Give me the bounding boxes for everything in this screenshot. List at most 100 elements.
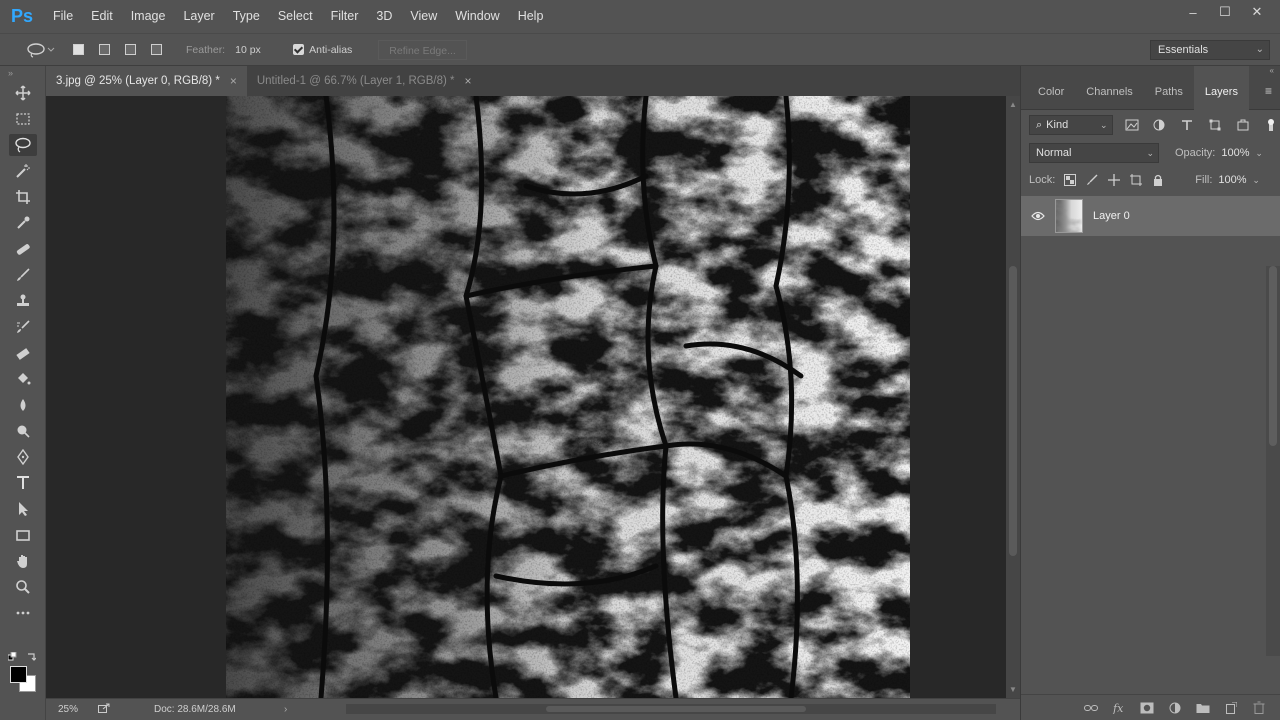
default-colors-icon[interactable] [8,652,18,662]
menu-image[interactable]: Image [122,0,175,33]
filter-toggle-icon[interactable] [1262,116,1280,134]
menu-type[interactable]: Type [224,0,269,33]
eraser-tool-icon [16,348,30,360]
eraser-tool[interactable] [0,340,46,366]
horizontal-scrollbar[interactable] [346,704,996,714]
tab-layers[interactable]: Layers [1193,65,1249,110]
blend-mode-select[interactable]: Normal ⌄ [1029,143,1159,163]
workspace-select[interactable]: Essentials ⌄ [1150,40,1270,60]
foreground-color-swatch[interactable] [10,666,27,683]
filter-type-icon[interactable] [1178,116,1196,134]
add-to-selection-button[interactable] [94,40,114,60]
lasso-tool[interactable] [0,132,46,158]
menu-window[interactable]: Window [446,0,508,33]
lock-position-icon[interactable] [1103,171,1125,189]
menu-help[interactable]: Help [509,0,553,33]
add-mask-icon[interactable] [1139,700,1155,716]
more-tools[interactable] [0,600,46,626]
lock-artboard-icon[interactable] [1125,171,1147,189]
menu-edit[interactable]: Edit [82,0,122,33]
scroll-up-icon[interactable]: ▲ [1009,100,1017,109]
tab-3jpg[interactable]: 3.jpg @ 25% (Layer 0, RGB/8) * × [46,66,247,96]
tab-channels[interactable]: Channels [1075,66,1143,110]
layer-style-fx-icon[interactable]: fx [1111,700,1127,716]
refine-edge-button[interactable]: Refine Edge... [378,39,467,60]
swap-colors-icon[interactable] [26,652,36,662]
chevron-down-icon[interactable]: ⌄ [1255,148,1263,159]
menu-filter[interactable]: Filter [322,0,368,33]
tool-preset-picker[interactable] [22,38,60,62]
filter-smart-object-icon[interactable] [1234,116,1252,134]
link-layers-icon[interactable] [1083,700,1099,716]
close-button[interactable]: ✕ [1246,1,1268,23]
menu-view[interactable]: View [401,0,446,33]
pen-tool[interactable] [0,444,46,470]
canvas-area[interactable] [46,96,1006,698]
feather-input[interactable]: 10 px [233,41,283,59]
eyedropper-tool[interactable] [0,210,46,236]
subtract-from-selection-button[interactable] [120,40,140,60]
minimize-button[interactable]: – [1182,1,1204,23]
tab-paths[interactable]: Paths [1144,66,1194,110]
lock-transparent-pixels-icon[interactable] [1059,171,1081,189]
zoom-level[interactable]: 25% [58,704,88,715]
brush-tool-icon [17,268,30,281]
document-canvas[interactable] [226,96,910,698]
brush-tool[interactable] [0,262,46,288]
move-tool[interactable] [0,80,46,106]
new-selection-button[interactable] [68,40,88,60]
healing-brush-tool[interactable] [0,236,46,262]
chevron-down-icon[interactable]: ⌄ [1252,175,1260,186]
hand-tool[interactable] [0,548,46,574]
layer-name[interactable]: Layer 0 [1093,210,1130,222]
marquee-tool[interactable] [0,106,46,132]
menu-3d[interactable]: 3D [367,0,401,33]
scrollbar-thumb[interactable] [546,706,806,712]
lock-all-icon[interactable] [1147,171,1169,189]
menu-select[interactable]: Select [269,0,322,33]
path-selection-tool[interactable] [0,496,46,522]
tab-color[interactable]: Color [1027,66,1075,110]
panel-grip[interactable]: » [0,66,45,80]
tab-untitled-1[interactable]: Untitled-1 @ 66.7% (Layer 1, RGB/8) * × [247,66,482,96]
new-group-folder-icon[interactable] [1195,700,1211,716]
close-icon[interactable]: × [465,74,472,88]
opacity-input[interactable]: 100% [1221,147,1251,159]
antialias-checkbox[interactable]: Anti-alias [293,44,352,56]
scrollbar-thumb[interactable] [1269,266,1277,446]
clone-stamp-tool[interactable] [0,288,46,314]
collapse-panels-icon[interactable]: « [1270,66,1274,75]
filter-pixel-icon[interactable] [1123,116,1141,134]
filter-kind-select[interactable]: ⌕ Kind ⌄ [1029,115,1113,135]
maximize-button[interactable]: ☐ [1214,1,1236,23]
visibility-eye-icon[interactable] [1021,211,1055,221]
delete-layer-trash-icon[interactable] [1251,700,1267,716]
paint-bucket-tool[interactable] [0,366,46,392]
vertical-scrollbar[interactable]: ▲ ▼ [1006,96,1020,698]
scrollbar-thumb[interactable] [1009,266,1017,556]
magic-wand-tool[interactable] [0,158,46,184]
zoom-tool[interactable] [0,574,46,600]
filter-shape-icon[interactable] [1206,116,1224,134]
filter-adjustment-icon[interactable] [1151,116,1169,134]
menu-layer[interactable]: Layer [174,0,223,33]
intersect-selection-button[interactable] [146,40,166,60]
history-brush-tool[interactable] [0,314,46,340]
fill-input[interactable]: 100% [1218,174,1248,186]
panel-menu-icon[interactable]: ≡ [1265,84,1272,98]
menu-file[interactable]: File [44,0,82,33]
share-icon[interactable] [98,703,114,716]
dodge-tool[interactable] [0,418,46,444]
adjustment-layer-icon[interactable] [1167,700,1183,716]
new-layer-icon[interactable] [1223,700,1239,716]
blur-tool[interactable] [0,392,46,418]
chevron-right-icon[interactable]: › [284,704,287,715]
scroll-down-icon[interactable]: ▼ [1009,685,1017,694]
lock-image-pixels-icon[interactable] [1081,171,1103,189]
panel-scrollbar[interactable] [1266,266,1280,656]
type-tool[interactable] [0,470,46,496]
rectangle-tool[interactable] [0,522,46,548]
close-icon[interactable]: × [230,74,237,88]
layer-row[interactable]: Layer 0 [1021,196,1280,236]
crop-tool[interactable] [0,184,46,210]
